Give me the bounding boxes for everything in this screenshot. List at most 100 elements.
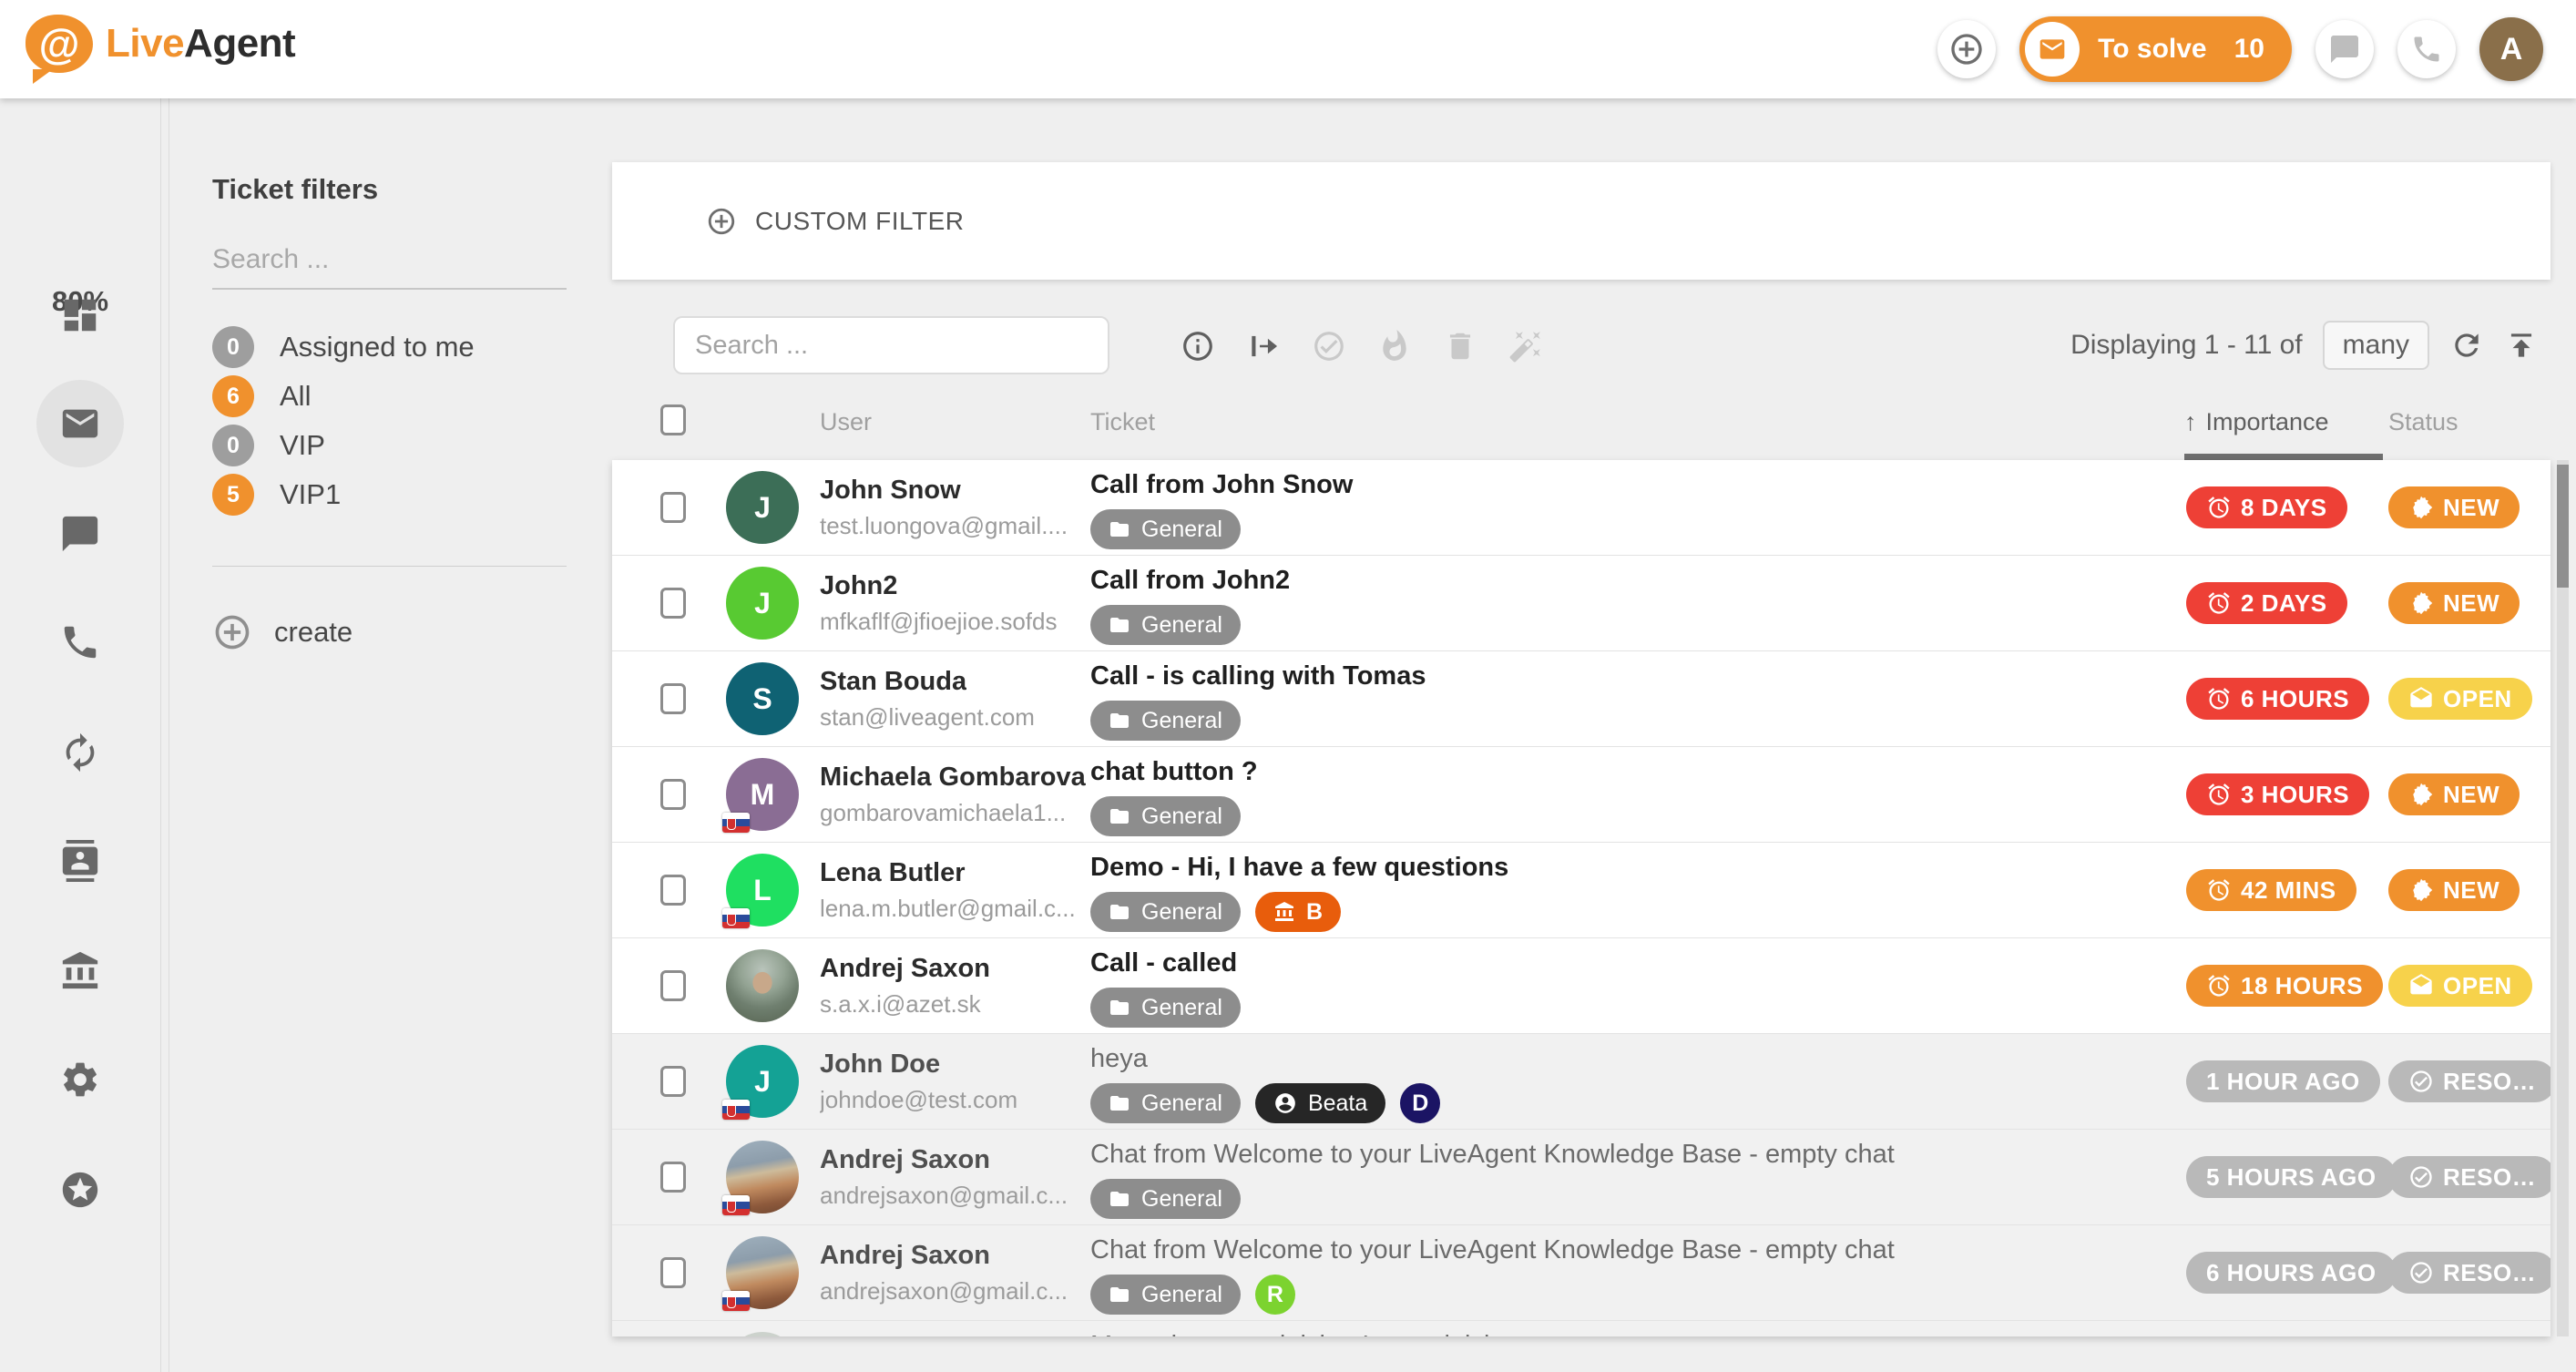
sidebar-item-gear[interactable] bbox=[0, 1036, 160, 1123]
filter-item-all[interactable]: 6 All bbox=[212, 372, 595, 421]
seal-icon bbox=[2413, 496, 2433, 519]
ticket-row[interactable]: M Michaela Gombarova gombarovamichaela1.… bbox=[612, 747, 2550, 843]
department-tag[interactable]: General bbox=[1090, 605, 1241, 645]
phone-icon bbox=[64, 626, 97, 659]
department-tag[interactable]: General bbox=[1090, 988, 1241, 1028]
label-tag[interactable]: D bbox=[1400, 1083, 1441, 1123]
user-email: stan@liveagent.com bbox=[820, 703, 1035, 731]
filter-item-vip1[interactable]: 5 VIP1 bbox=[212, 470, 595, 519]
calls-button[interactable] bbox=[2397, 20, 2456, 78]
column-status[interactable]: Status bbox=[2388, 408, 2458, 436]
department-tag[interactable]: General bbox=[1090, 1275, 1241, 1315]
user-name: Stan Bouda bbox=[820, 667, 967, 696]
status-badge: RESO… bbox=[2388, 1060, 2550, 1102]
agent-tag[interactable]: Beata bbox=[1254, 1083, 1386, 1123]
row-checkbox[interactable] bbox=[660, 1066, 686, 1097]
department-tag[interactable]: General bbox=[1090, 1083, 1241, 1123]
plus-circle-icon bbox=[706, 206, 737, 237]
seal-icon bbox=[2413, 878, 2433, 902]
custom-filter-button[interactable]: CUSTOM FILTER bbox=[706, 206, 964, 237]
column-ticket[interactable]: Ticket bbox=[1090, 408, 1155, 436]
sidebar-item-phone[interactable] bbox=[0, 599, 160, 686]
alarm-icon bbox=[2208, 497, 2230, 518]
column-importance[interactable]: ↑ Importance bbox=[2184, 408, 2329, 436]
add-button[interactable] bbox=[1937, 20, 1997, 78]
paging-text: Displaying 1 - 11 of bbox=[2070, 330, 2303, 360]
company-tag[interactable]: B bbox=[1254, 892, 1342, 932]
trash-icon bbox=[1449, 333, 1471, 360]
dashboard-icon bbox=[64, 299, 97, 332]
folder-icon bbox=[1110, 522, 1129, 537]
scroll-top-icon[interactable] bbox=[2504, 328, 2539, 363]
toolbar-info-button[interactable] bbox=[1180, 328, 1216, 364]
ticket-row[interactable]: S Stan Bouda stan@liveagent.com Call - i… bbox=[612, 651, 2550, 747]
ticket-row[interactable]: J John Snow test.luongova@gmail.... Call… bbox=[612, 460, 2550, 556]
ticket-row[interactable]: Andrej Saxon s.a.x.i@azet.sk Call - call… bbox=[612, 938, 2550, 1034]
check-circle-icon bbox=[2410, 1070, 2432, 1092]
ticket-subject: Call from John Snow bbox=[1090, 470, 1354, 499]
department-tag[interactable]: General bbox=[1090, 1179, 1241, 1219]
department-tag[interactable]: General bbox=[1090, 892, 1241, 932]
sidebar-item-bank[interactable] bbox=[0, 927, 160, 1015]
ticket-row[interactable]: Andrej Saxon Manualy created ticket Inte… bbox=[612, 1321, 2550, 1336]
sidebar-item-contacts[interactable] bbox=[0, 817, 160, 905]
row-checkbox[interactable] bbox=[660, 492, 686, 523]
to-solve-button[interactable]: To solve 10 bbox=[2019, 16, 2292, 82]
department-tag[interactable]: General bbox=[1090, 701, 1241, 741]
status-badge: OPEN bbox=[2388, 678, 2532, 720]
ticket-row[interactable]: L Lena Butler lena.m.butler@gmail.c... D… bbox=[612, 843, 2550, 938]
user-name: Michaela Gombarova bbox=[820, 763, 1086, 792]
row-checkbox[interactable] bbox=[660, 588, 686, 619]
row-checkbox[interactable] bbox=[660, 1257, 686, 1288]
sidebar-item-mail[interactable] bbox=[0, 380, 160, 467]
row-checkbox[interactable] bbox=[660, 1162, 686, 1193]
refresh-icon[interactable] bbox=[2449, 328, 2484, 363]
user-email: s.a.x.i@azet.sk bbox=[820, 990, 981, 1018]
list-scrollbar-thumb[interactable] bbox=[2557, 465, 2569, 588]
row-checkbox[interactable] bbox=[660, 970, 686, 1001]
row-checkbox[interactable] bbox=[660, 683, 686, 714]
filter-item-vip[interactable]: 0 VIP bbox=[212, 421, 595, 470]
rail-divider bbox=[160, 98, 161, 1372]
toolbar-check-circle-button[interactable] bbox=[1311, 328, 1347, 364]
toolbar-flame-button[interactable] bbox=[1376, 328, 1413, 364]
ticket-row[interactable]: Andrej Saxon andrejsaxon@gmail.c... Chat… bbox=[612, 1130, 2550, 1225]
label-tag[interactable]: R bbox=[1254, 1275, 1295, 1315]
status-badge: NEW bbox=[2388, 486, 2520, 528]
ticket-tags: General Beata D bbox=[1090, 1083, 1441, 1123]
column-user[interactable]: User bbox=[820, 408, 872, 436]
active-item-highlight bbox=[36, 380, 124, 467]
agent-avatar[interactable]: A bbox=[2479, 17, 2543, 81]
department-tag[interactable]: General bbox=[1090, 509, 1241, 549]
status-badge: RESO… bbox=[2388, 1252, 2550, 1294]
mail-icon bbox=[2039, 39, 2065, 59]
mail-icon bbox=[62, 409, 98, 438]
sidebar-item-chat[interactable] bbox=[0, 490, 160, 578]
toolbar-trash-button[interactable] bbox=[1442, 328, 1478, 364]
toolbar-forward-button[interactable] bbox=[1245, 328, 1282, 364]
ticket-search-input[interactable] bbox=[673, 316, 1109, 374]
ticket-tags: General bbox=[1090, 605, 1241, 645]
ticket-row[interactable]: J John2 mfkaflf@jfioejioe.sofds Call fro… bbox=[612, 556, 2550, 651]
filter-count-badge: 0 bbox=[212, 425, 254, 466]
filter-item-assigned-to-me[interactable]: 0 Assigned to me bbox=[212, 323, 595, 372]
select-all-checkbox[interactable] bbox=[660, 404, 686, 435]
seal-icon bbox=[2413, 591, 2433, 615]
create-filter-label: create bbox=[274, 616, 353, 648]
chats-button[interactable] bbox=[2315, 20, 2374, 78]
row-checkbox[interactable] bbox=[660, 779, 686, 810]
ticket-tags: General bbox=[1090, 701, 1241, 741]
create-filter-button[interactable]: create bbox=[212, 612, 353, 652]
ticket-row[interactable]: Andrej Saxon andrejsaxon@gmail.c... Chat… bbox=[612, 1225, 2550, 1321]
department-tag[interactable]: General bbox=[1090, 796, 1241, 836]
filters-search-input[interactable] bbox=[212, 235, 567, 290]
sidebar-item-dashboard[interactable] bbox=[0, 271, 160, 359]
sidebar-item-autorenew[interactable] bbox=[0, 709, 160, 796]
top-bar: @ LiveAgent To solve 10 A bbox=[0, 0, 2576, 98]
list-scrollbar-track[interactable] bbox=[2557, 460, 2569, 1336]
toolbar-wand-button[interactable] bbox=[1508, 328, 1544, 364]
sidebar-item-star-circle[interactable] bbox=[0, 1146, 160, 1234]
row-checkbox[interactable] bbox=[660, 875, 686, 906]
status-badge: OPEN bbox=[2388, 965, 2532, 1007]
ticket-row[interactable]: J John Doe johndoe@test.com heya General… bbox=[612, 1034, 2550, 1130]
